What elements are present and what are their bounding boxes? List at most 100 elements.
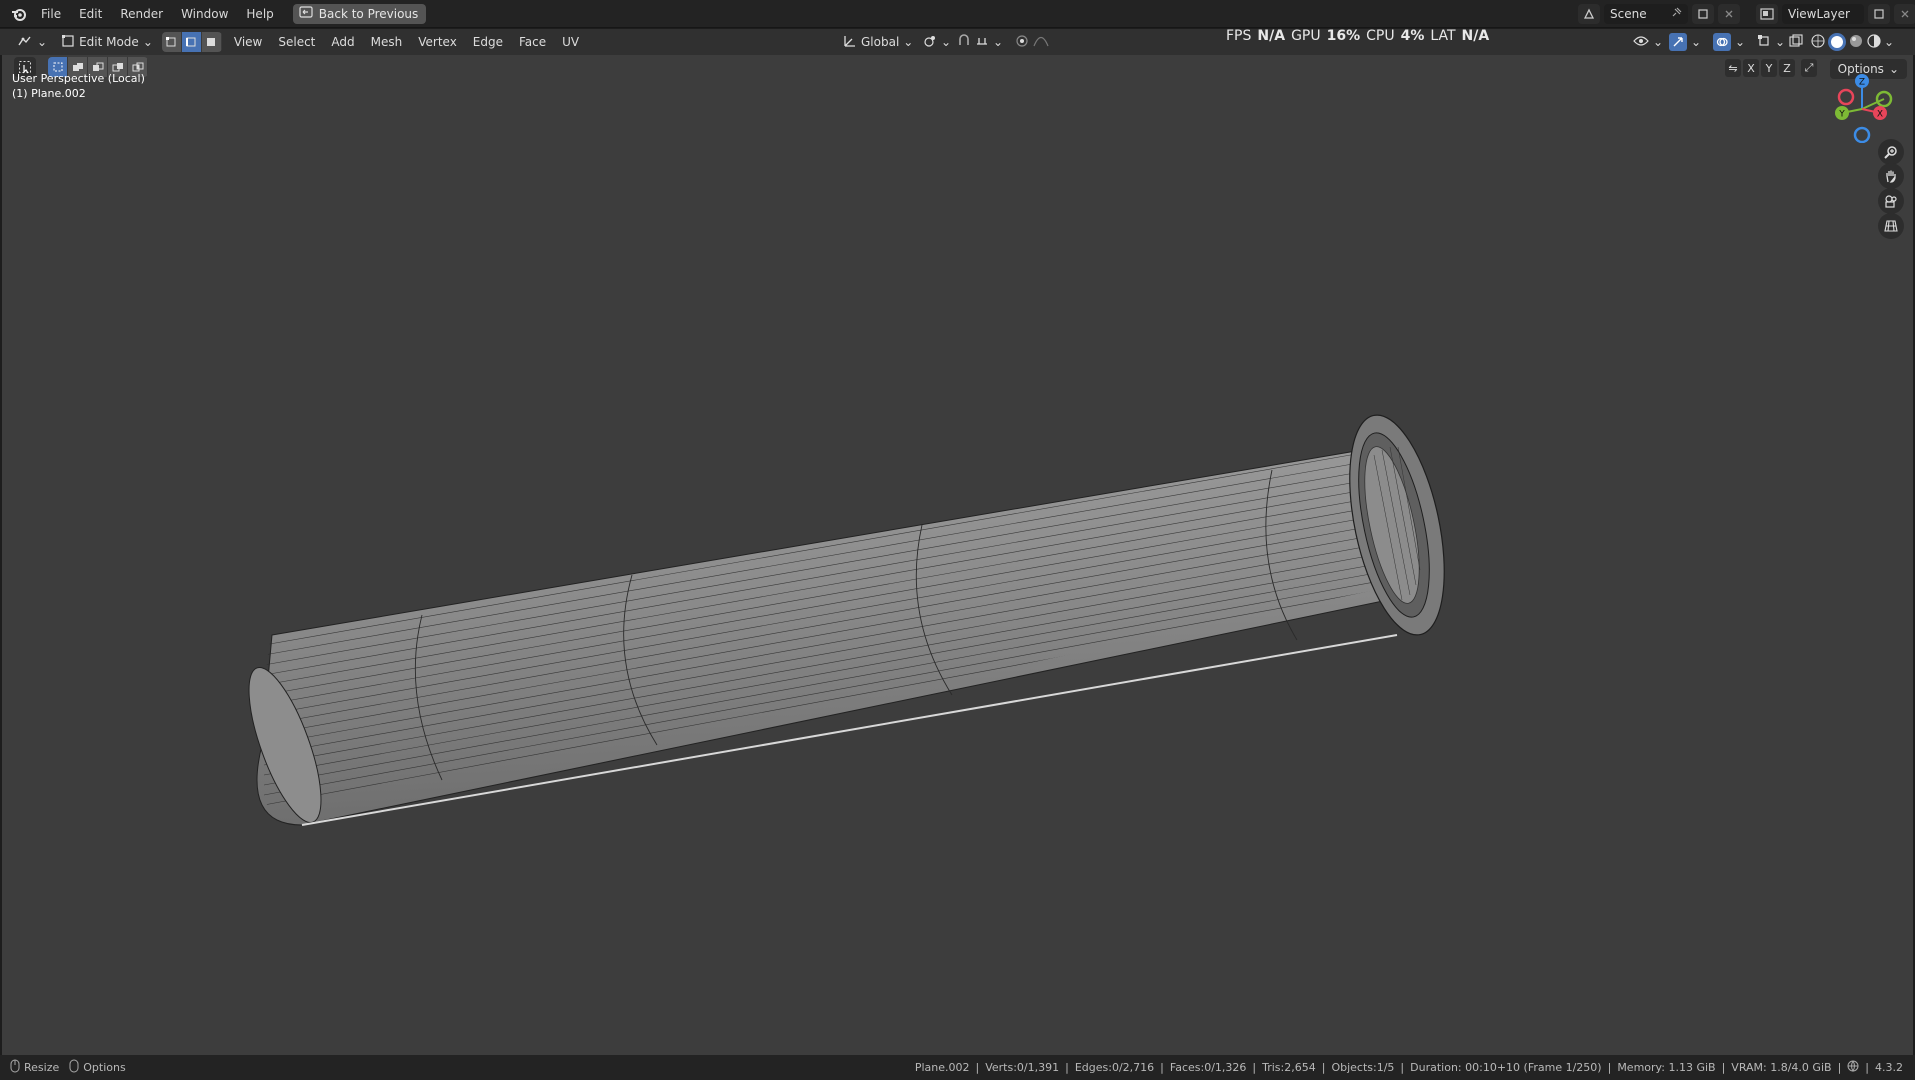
top-bar: File Edit Render Window Help Back to Pre…	[0, 0, 1915, 28]
chevron-down-icon: ⌄	[1735, 35, 1746, 49]
3d-viewport[interactable]: User Perspective (Local) (1) Plane.002 ⇋…	[2, 55, 1913, 1055]
xray-toggle[interactable]	[1784, 32, 1808, 52]
back-icon	[299, 6, 313, 21]
menu-help[interactable]: Help	[237, 3, 282, 25]
chevron-down-icon: ⌄	[941, 35, 952, 49]
scene-field[interactable]: Scene	[1604, 4, 1688, 24]
tube-body	[256, 449, 1413, 826]
pivot-point-dropdown[interactable]: ⌄	[918, 32, 956, 52]
stat-tris: Tris:2,654	[1262, 1061, 1316, 1074]
lat-label: LAT	[1430, 28, 1456, 44]
scene-statistics: Plane.002 | Verts:0/1,391 | Edges:0/2,716 |…	[914, 1060, 1903, 1075]
performance-stats: FPS N/A GPU 16% CPU 4% LAT N/A	[1226, 28, 1489, 44]
gizmo-toggle[interactable]: ⌄	[1664, 32, 1706, 52]
stat-memory: Memory: 1.13 GiB	[1617, 1061, 1716, 1074]
resize-label: Resize	[24, 1061, 60, 1074]
menu-view[interactable]: View	[226, 35, 270, 49]
scene-name: Scene	[1610, 7, 1647, 21]
menu-add[interactable]: Add	[323, 35, 362, 49]
xray-icon	[1789, 33, 1803, 51]
snap-icon	[957, 33, 971, 51]
viewport-header: ⌄ Edit Mode ⌄ View Select Add Mesh Verte…	[0, 29, 1915, 55]
chevron-down-icon: ⌄	[37, 35, 48, 49]
menu-uv[interactable]: UV	[554, 35, 587, 49]
pivot-icon	[923, 34, 937, 51]
gpu-label: GPU	[1291, 28, 1321, 44]
menu-window[interactable]: Window	[172, 3, 237, 25]
chevron-down-icon: ⌄	[993, 35, 1004, 49]
chevron-down-icon: ⌄	[1653, 35, 1664, 49]
mode-label: Edit Mode	[79, 35, 139, 49]
new-scene-icon[interactable]	[1692, 4, 1714, 24]
editor-type-button[interactable]: ⌄	[12, 32, 52, 52]
options-hint-label: Options	[83, 1061, 126, 1074]
fps-value: N/A	[1257, 28, 1286, 44]
new-view-layer-icon[interactable]	[1868, 4, 1890, 24]
view-layer-icon[interactable]	[1756, 4, 1778, 24]
selectability-visibility-dropdown[interactable]: ⌄	[1628, 32, 1668, 52]
orientation-label: Global	[861, 35, 900, 49]
menu-render[interactable]: Render	[111, 3, 172, 25]
menu-edge[interactable]: Edge	[465, 35, 511, 49]
proportional-edit-toggle[interactable]	[1010, 32, 1054, 52]
chevron-down-icon: ⌄	[1691, 35, 1702, 49]
view-layer-field[interactable]: ViewLayer	[1782, 4, 1864, 24]
stat-verts: Verts:0/1,391	[985, 1061, 1060, 1074]
editor-type-icon	[17, 34, 33, 51]
mesh-overlay-icon	[1757, 34, 1771, 51]
edge-select-icon[interactable]	[181, 32, 202, 52]
delete-scene-icon[interactable]	[1718, 4, 1740, 24]
face-select-icon[interactable]	[201, 32, 222, 52]
chevron-down-icon: ⌄	[142, 35, 153, 49]
mode-selector[interactable]: Edit Mode ⌄	[56, 32, 158, 52]
blender-logo-icon[interactable]	[6, 3, 32, 25]
stat-vram: VRAM: 1.8/4.0 GiB	[1731, 1061, 1832, 1074]
delete-view-layer-icon[interactable]	[1894, 4, 1915, 24]
options-hint: Options	[69, 1059, 126, 1076]
solid-shading-icon[interactable]	[1828, 33, 1846, 51]
rendered-shading-icon[interactable]	[1866, 33, 1882, 52]
snap-toggle[interactable]: ⌄	[952, 32, 1008, 52]
proportional-edit-icon	[1015, 34, 1029, 51]
select-mode-group	[161, 32, 222, 52]
stat-object: Plane.002	[914, 1061, 970, 1074]
orientation-icon	[843, 34, 857, 51]
menu-mesh[interactable]: Mesh	[363, 35, 411, 49]
wireframe-shading-icon[interactable]	[1810, 33, 1826, 52]
scene-selector-icon[interactable]	[1578, 4, 1600, 24]
stat-version: 4.3.2	[1875, 1061, 1903, 1074]
view-layer-name: ViewLayer	[1788, 7, 1850, 21]
stat-edges: Edges:0/2,716	[1074, 1061, 1155, 1074]
menu-select[interactable]: Select	[270, 35, 323, 49]
cpu-value: 4%	[1400, 28, 1425, 44]
pin-icon[interactable]	[1671, 7, 1682, 21]
overlays-icon	[1713, 33, 1731, 51]
falloff-icon	[1033, 35, 1049, 50]
status-bar: Resize Options Plane.002 | Verts:0/1,391 |…	[0, 1055, 1915, 1080]
menu-face[interactable]: Face	[511, 35, 554, 49]
menu-vertex[interactable]: Vertex	[410, 35, 465, 49]
lat-value: N/A	[1461, 28, 1490, 44]
menu-file[interactable]: File	[32, 3, 70, 25]
edit-mode-icon	[61, 34, 75, 51]
mouse-icon	[69, 1059, 79, 1076]
overlays-toggle[interactable]: ⌄	[1708, 32, 1750, 52]
back-to-previous-label: Back to Previous	[318, 6, 419, 21]
eye-cursor-icon	[1633, 35, 1649, 50]
material-preview-icon[interactable]	[1848, 33, 1864, 52]
transform-orientation-dropdown[interactable]: Global ⌄	[838, 32, 918, 52]
stat-duration: Duration: 00:10+10 (Frame 1/250)	[1410, 1061, 1602, 1074]
resize-hint: Resize	[10, 1059, 59, 1076]
gpu-value: 16%	[1326, 28, 1361, 44]
stat-faces: Faces:0/1,326	[1169, 1061, 1247, 1074]
network-globe-icon[interactable]	[1847, 1060, 1859, 1075]
fps-label: FPS	[1226, 28, 1252, 44]
mesh-object-plane[interactable]	[2, 55, 1913, 1055]
vertex-select-icon[interactable]	[161, 32, 182, 52]
stat-objects: Objects:1/5	[1331, 1061, 1395, 1074]
back-to-previous-button[interactable]: Back to Previous	[292, 3, 427, 24]
menu-edit[interactable]: Edit	[70, 3, 111, 25]
cpu-label: CPU	[1366, 28, 1395, 44]
snap-target-icon	[975, 34, 989, 51]
chevron-down-icon[interactable]: ⌄	[1884, 35, 1894, 49]
